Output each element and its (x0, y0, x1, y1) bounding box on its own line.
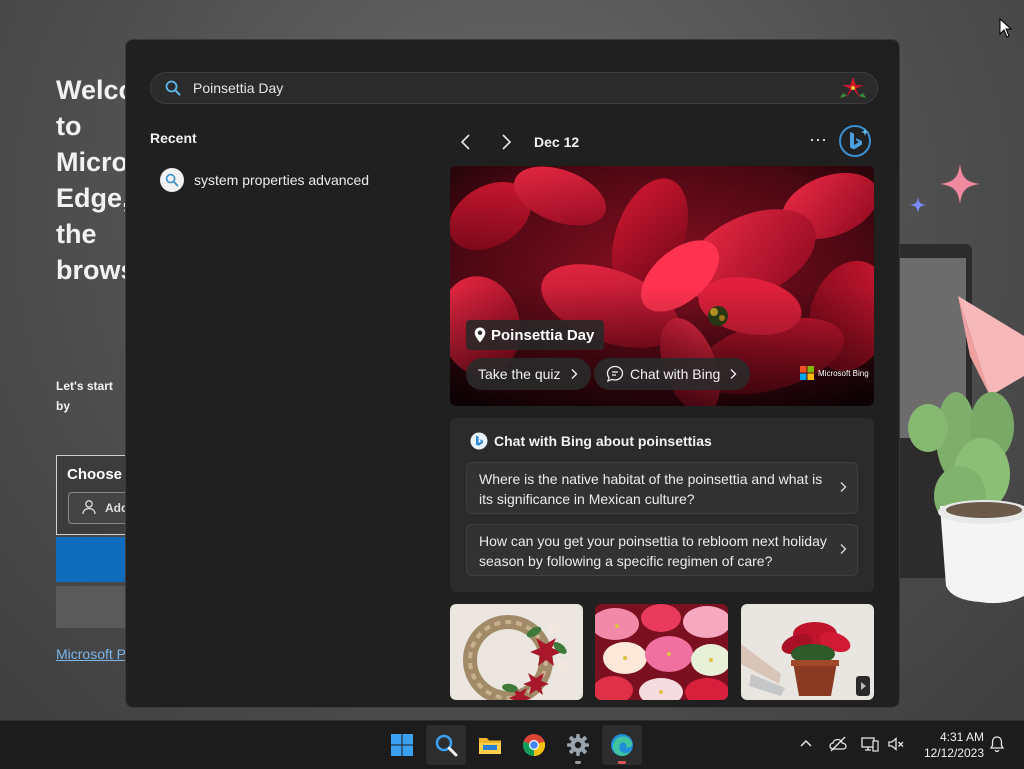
microsoft-bing-logo-text: Microsoft Bing (818, 368, 869, 378)
chevron-right-icon (840, 544, 847, 554)
running-indicator (618, 761, 626, 764)
search-icon (165, 80, 181, 96)
windows-logo-icon (391, 734, 413, 756)
chevron-right-icon (502, 134, 512, 150)
welcome-subtitle: Let's start by importing your passwords, (56, 376, 126, 416)
suggested-question-text: Where is the native habitat of the poins… (479, 471, 823, 507)
poinsettia-badge-icon[interactable] (839, 75, 867, 101)
wreath-image (450, 604, 583, 700)
bing-logo-icon (839, 125, 871, 157)
chat-card-title: Chat with Bing about poinsettias (494, 433, 712, 449)
edge-button[interactable] (602, 725, 642, 765)
caret-right-icon (861, 682, 866, 690)
taskbar: 4:31 AM 12/12/2023 (0, 720, 1024, 769)
chat-card-header: Chat with Bing about poinsettias (470, 432, 712, 450)
edge-icon (611, 734, 633, 756)
mouse-cursor-icon (999, 18, 1013, 38)
chat-with-bing-label: Chat with Bing (630, 366, 721, 382)
start-button[interactable] (382, 725, 422, 765)
date-label: Dec 12 (534, 134, 580, 150)
search-icon (435, 734, 458, 757)
cactus-illustration (908, 296, 1024, 604)
date-bar: Dec 12 ··· (450, 124, 878, 160)
folder-icon (479, 738, 501, 754)
notification-bell-icon[interactable] (988, 735, 1006, 753)
choose-label: Choose (67, 466, 123, 483)
secondary-button[interactable] (56, 586, 126, 628)
settings-button[interactable] (558, 725, 598, 765)
chevron-right-icon (571, 369, 577, 379)
chevron-right-icon (730, 369, 737, 379)
welcome-title-text: Welcome to Microsoft Edge, the browser (56, 75, 128, 285)
onedrive-icon[interactable] (829, 735, 847, 753)
user-icon (82, 500, 96, 515)
sparkle-icon (940, 164, 980, 204)
image-thumbnail-watering[interactable] (741, 604, 874, 700)
chat-with-bing-button[interactable]: Chat with Bing (594, 358, 751, 390)
poinsettia-varieties-image (595, 604, 728, 700)
running-indicator (575, 761, 581, 764)
chevron-left-icon (460, 134, 470, 150)
hero-title: Poinsettia Day (491, 326, 595, 344)
image-thumbnail-poinsettias[interactable] (595, 604, 728, 700)
chat-bubble-icon (606, 365, 624, 383)
search-input[interactable] (193, 77, 793, 99)
chevron-right-icon (840, 482, 847, 492)
clock-time: 4:31 AM (939, 730, 984, 744)
location-pin-icon (474, 327, 486, 343)
thumbnails-scroll-right-button[interactable] (856, 676, 870, 696)
gear-icon (567, 734, 589, 756)
volume-muted-icon[interactable] (887, 735, 905, 753)
watering-poinsettia-image (741, 604, 874, 700)
chrome-icon (522, 734, 546, 757)
next-day-button[interactable] (494, 130, 518, 154)
image-thumbnail-wreath[interactable] (450, 604, 583, 700)
taskbar-clock[interactable]: 4:31 AM 12/12/2023 (912, 729, 984, 761)
suggested-question[interactable]: Where is the native habitat of the poins… (466, 462, 858, 514)
chat-with-bing-card: Chat with Bing about poinsettias Where i… (450, 418, 874, 592)
suggested-question-text: How can you get your poinsettia to reblo… (479, 533, 827, 569)
windows-search-flyout: Recent system properties advanced Dec 12… (125, 39, 900, 708)
suggested-question[interactable]: How can you get your poinsettia to reblo… (466, 524, 858, 576)
clock-date: 12/12/2023 (923, 746, 984, 760)
primary-continue-button[interactable] (56, 537, 126, 582)
microsoft-privacy-link[interactable]: Microsoft Privacy (56, 646, 128, 662)
recent-heading: Recent (150, 130, 197, 146)
welcome-subtitle-text: Let's start by importing your passwords, (56, 379, 113, 413)
microsoft-logo-icon (800, 366, 814, 380)
hero-card[interactable]: Poinsettia Day Take the quiz Chat with B… (450, 166, 874, 406)
microsoft-bing-logo: Microsoft Bing (800, 366, 872, 380)
search-icon (165, 173, 179, 187)
previous-day-button[interactable] (454, 130, 478, 154)
more-options-button[interactable]: ··· (806, 130, 830, 154)
recent-item-label: system properties advanced (194, 172, 370, 188)
bing-icon (470, 432, 488, 450)
bing-chat-button[interactable] (838, 124, 872, 158)
chrome-button[interactable] (514, 725, 554, 765)
network-icon[interactable] (861, 735, 879, 753)
taskbar-search-button[interactable] (426, 725, 466, 765)
small-sparkle-icon (910, 197, 926, 213)
take-quiz-label: Take the quiz (478, 366, 561, 382)
take-quiz-button[interactable]: Take the quiz (466, 358, 591, 390)
chevron-up-icon[interactable] (797, 735, 815, 753)
welcome-title: Welcome to Microsoft Edge, the browser (56, 72, 128, 288)
search-box[interactable] (150, 72, 878, 104)
file-explorer-button[interactable] (470, 725, 510, 765)
recent-item-icon-wrap (160, 168, 184, 192)
hero-title-pill[interactable]: Poinsettia Day (466, 320, 605, 350)
recent-item[interactable]: system properties advanced (150, 164, 430, 196)
